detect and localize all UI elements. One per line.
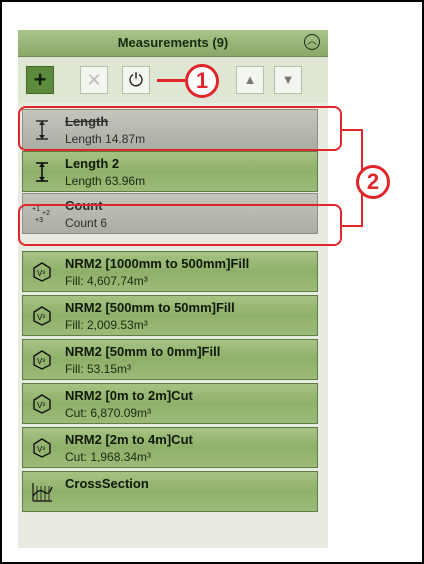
list-item[interactable]: V³ NRM2 [0m to 2m]Cut Cut: 6,870.09m³ <box>22 383 318 424</box>
svg-text:V³: V³ <box>37 313 45 322</box>
list-item[interactable]: V³ NRM2 [2m to 4m]Cut Cut: 1,968.34m³ <box>22 427 318 468</box>
item-value: Fill: 2,009.53m³ <box>65 318 148 332</box>
length-icon <box>36 162 48 182</box>
list-item[interactable]: CrossSection <box>22 471 318 512</box>
item-name: NRM2 [0m to 2m]Cut <box>65 388 193 403</box>
item-value: Fill: 53.15m³ <box>65 362 132 376</box>
svg-text:V³: V³ <box>37 269 45 278</box>
item-value: Cut: 1,968.34m³ <box>65 450 152 464</box>
cross-section-icon <box>32 483 53 502</box>
svg-text:V³: V³ <box>37 401 45 410</box>
list-item[interactable]: Length 2 Length 63.96m <box>22 151 318 192</box>
list-item[interactable]: V³ NRM2 [1000mm to 500mm]Fill Fill: 4,60… <box>22 251 318 292</box>
item-name: NRM2 [2m to 4m]Cut <box>65 432 193 447</box>
move-up-button[interactable]: ▲ <box>236 66 264 94</box>
item-name: NRM2 [500mm to 50mm]Fill <box>65 300 235 315</box>
add-button[interactable]: + <box>26 66 54 94</box>
power-toggle-button[interactable]: ⏻ <box>122 66 150 94</box>
move-down-button[interactable]: ▼ <box>274 66 302 94</box>
item-value: Fill: 4,607.74m³ <box>65 274 148 288</box>
chevron-up-circle-icon[interactable]: ︿ <box>304 34 320 50</box>
volume-icon: V³ <box>33 306 51 326</box>
callout-one-connector <box>157 79 185 82</box>
callout-two-connector-top <box>342 129 362 131</box>
list-item[interactable]: V³ NRM2 [500mm to 50mm]Fill Fill: 2,009.… <box>22 295 318 336</box>
callout-two-box-top <box>18 106 342 151</box>
item-name: NRM2 [1000mm to 500mm]Fill <box>65 256 250 271</box>
callout-one-badge: 1 <box>185 64 219 98</box>
item-name: Length 2 <box>65 156 120 171</box>
callout-two-box-bottom <box>18 204 342 246</box>
svg-text:V³: V³ <box>37 357 45 366</box>
list-item[interactable]: V³ NRM2 [50mm to 0mm]Fill Fill: 53.15m³ <box>22 339 318 380</box>
svg-text:V³: V³ <box>37 445 45 454</box>
item-name: NRM2 [50mm to 0mm]Fill <box>65 344 221 359</box>
item-name: CrossSection <box>65 476 149 491</box>
volume-icon: V³ <box>33 350 51 370</box>
panel-header[interactable]: Measurements (9) ︿ <box>18 30 328 57</box>
callout-two-badge: 2 <box>356 165 390 199</box>
delete-button[interactable]: ✕ <box>80 66 108 94</box>
item-value: Cut: 6,870.09m³ <box>65 406 152 420</box>
item-value: Length 63.96m <box>65 174 146 188</box>
volume-icon: V³ <box>33 394 51 414</box>
volume-icon: V³ <box>33 262 51 282</box>
panel-title: Measurements (9) <box>117 35 229 50</box>
volume-icon: V³ <box>33 438 51 458</box>
callout-two-connector-bottom <box>342 225 362 227</box>
